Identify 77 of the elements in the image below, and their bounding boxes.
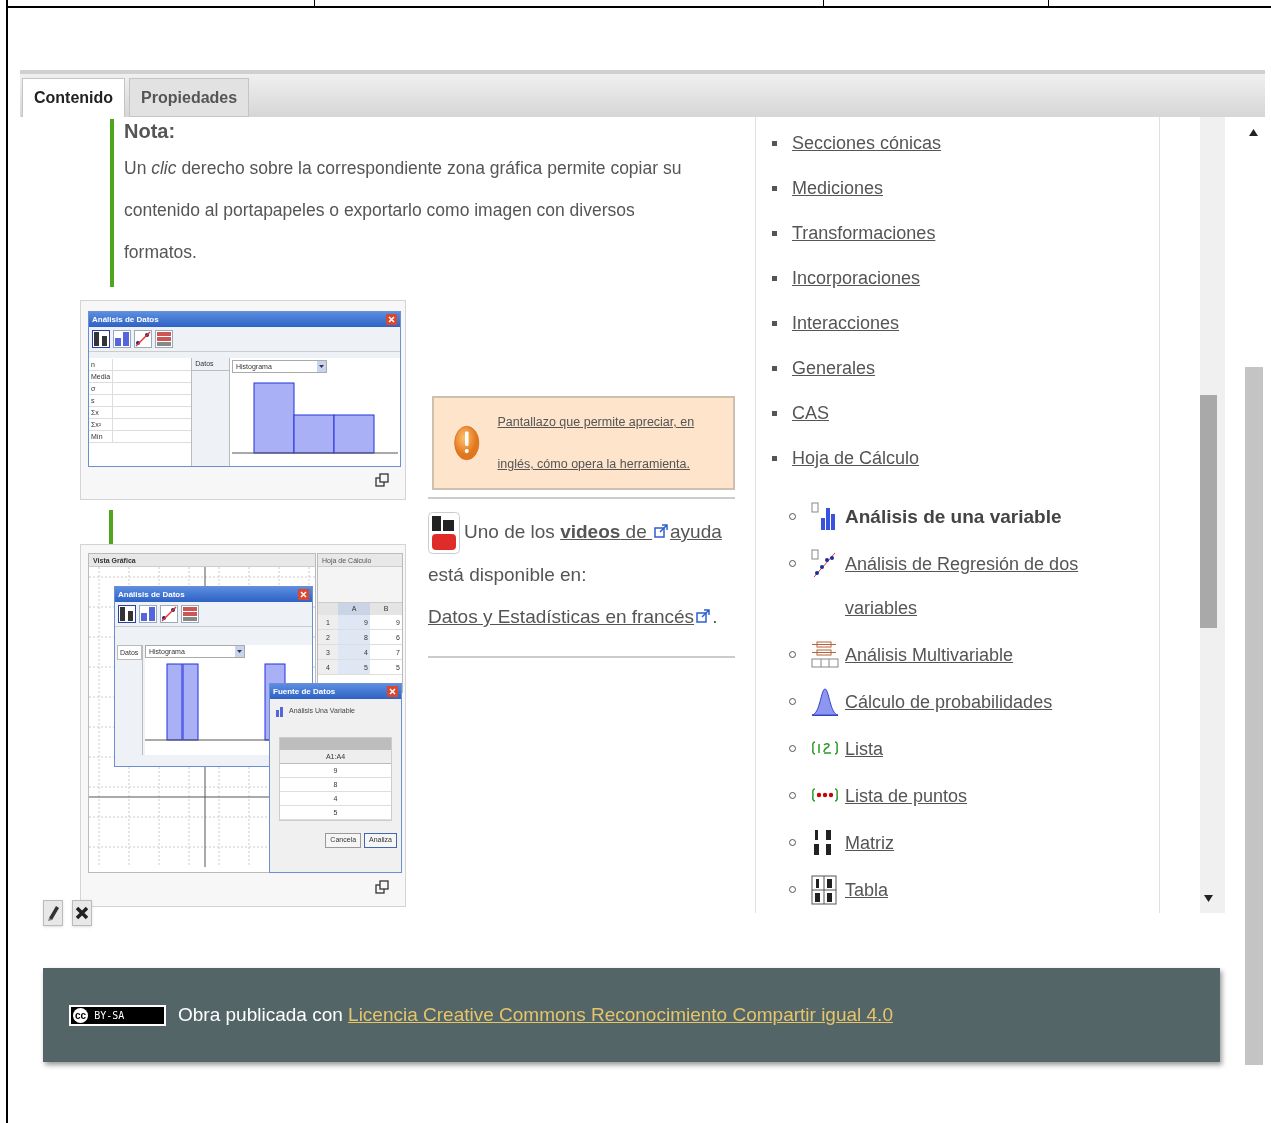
window-title: Fuente de Datos	[273, 687, 336, 696]
license-symbol: cc	[73, 1007, 89, 1023]
topic-link[interactable]: Secciones cónicas	[792, 130, 942, 157]
scrollbar[interactable]	[1245, 367, 1263, 1065]
tool-link[interactable]: Lista	[845, 727, 884, 771]
window-title: Análisis de Datos	[92, 315, 159, 324]
tab[interactable]: Propiedades	[129, 78, 250, 117]
topic-link[interactable]: Transformaciones	[792, 220, 936, 247]
chart-tool-icon	[156, 331, 172, 347]
close-icon	[389, 688, 396, 695]
current-tool-label: Análisis de una variable	[845, 505, 1062, 529]
bullet-icon	[772, 456, 777, 461]
chart-tool-icon	[93, 331, 109, 347]
delete-button[interactable]	[72, 900, 92, 926]
edit-button[interactable]	[43, 900, 63, 926]
table-icon	[811, 875, 839, 905]
chart-tool-icon	[135, 331, 151, 347]
license-label: BY-SA	[94, 1008, 125, 1023]
tool-button[interactable]	[134, 330, 152, 348]
close-icon	[75, 906, 89, 920]
bullet-icon	[772, 366, 777, 371]
close-button[interactable]	[386, 314, 397, 325]
topic-link[interactable]: Interacciones	[792, 310, 900, 337]
external-link-icon	[654, 524, 669, 538]
scroll-down-icon[interactable]	[1204, 895, 1213, 902]
chart-tool-icon	[182, 606, 198, 622]
bullet-icon	[772, 411, 777, 416]
help-link[interactable]: ayuda	[670, 521, 722, 542]
topic-link[interactable]: CAS	[792, 400, 829, 427]
tab[interactable]: Contenido	[22, 78, 126, 117]
bell-curve-icon	[811, 687, 839, 717]
chart-tool-icon	[140, 606, 156, 622]
close-button[interactable]	[298, 589, 309, 600]
tool-button[interactable]	[118, 605, 136, 623]
note-text: Un clic derecho sobre la correspondiente zona gráfica permite copiar su contenido al portapapeles o exportarlo como imagen con diversos formatos.	[124, 157, 683, 264]
help-link[interactable]: videos de	[560, 521, 653, 542]
tool-button[interactable]	[160, 605, 178, 623]
expand-icon	[375, 473, 389, 487]
note-heading: Nota:	[124, 119, 177, 143]
callout-link[interactable]: Pantallazo que permite apreciar, en inglés, cómo opera la herramienta.	[497, 401, 725, 485]
tool-button[interactable]	[92, 330, 110, 348]
chart-tool-icon	[161, 606, 177, 622]
tool-link[interactable]: Tabla	[845, 868, 889, 912]
topic-link[interactable]: Generales	[792, 355, 876, 382]
scrollbar-thumb[interactable]	[1200, 395, 1217, 628]
chart-tool-icon	[274, 704, 286, 718]
close-icon	[388, 316, 395, 323]
box-plot-icon	[811, 640, 839, 670]
pencil-icon	[46, 904, 60, 922]
topic-link[interactable]: Incorporaciones	[792, 265, 921, 292]
bullet-icon	[772, 186, 777, 191]
video-help-text: Uno de los videos de ayuda está disponible en: Datos y Estadísticas en francés .	[428, 511, 735, 658]
bullet-icon	[772, 231, 777, 236]
tool-link[interactable]: Análisis Multivariable	[845, 633, 1014, 677]
bullet-icon	[772, 276, 777, 281]
scrollbar[interactable]	[1200, 117, 1225, 913]
tool-link[interactable]: Análisis de Regresión de dos variables	[845, 542, 1129, 630]
video-logo-icon	[428, 512, 460, 554]
chart-tool-icon	[119, 606, 135, 622]
topic-link[interactable]: Mediciones	[792, 175, 884, 202]
scroll-up-icon[interactable]	[1249, 129, 1258, 136]
histogram-bar	[333, 414, 375, 454]
tool-link[interactable]: Lista de puntos	[845, 774, 968, 818]
tool-link[interactable]: Matriz	[845, 821, 894, 865]
bullet-icon	[772, 321, 777, 326]
external-link-icon	[696, 609, 711, 623]
help-link[interactable]: Datos y Estadísticas en francés	[428, 606, 695, 627]
bullet-icon	[772, 141, 777, 146]
close-icon	[300, 591, 307, 598]
license-text: Obra publicada con Licencia Creative Commons Reconocimiento Compartir igual 4.0	[178, 1002, 893, 1027]
tool-link[interactable]: Cálculo de probabilidades	[845, 680, 1053, 724]
close-button[interactable]	[387, 686, 398, 697]
expand-icon	[375, 880, 389, 894]
topic-link[interactable]: Hoja de Cálculo	[792, 445, 920, 472]
chart-tool-icon	[114, 331, 130, 347]
license-link[interactable]: Licencia Creative Commons Reconocimiento Compartir igual 4.0	[348, 1003, 893, 1025]
window-title: Análisis de Datos	[118, 590, 185, 599]
